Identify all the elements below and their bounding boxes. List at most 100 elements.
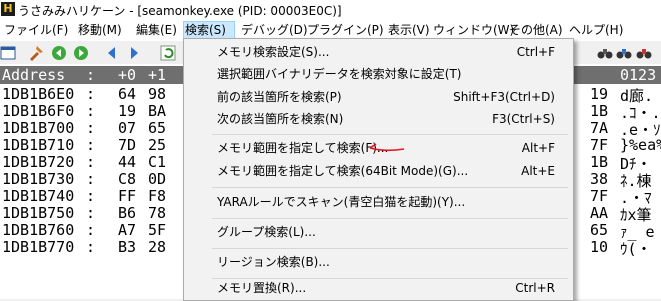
forward-icon[interactable] — [73, 45, 89, 61]
hex-byte[interactable]: B3 — [118, 238, 136, 256]
offset-0-header: +0 — [118, 66, 137, 84]
column-separator: : — [86, 66, 96, 84]
find-binoculars-icon[interactable] — [597, 45, 613, 61]
menu-item-shortcut: Alt+E — [521, 164, 555, 178]
red-arrow-annotation — [369, 143, 405, 152]
refresh-icon[interactable] — [160, 45, 176, 61]
menu-edit[interactable]: 編集(E) — [135, 22, 178, 39]
hex-byte[interactable]: FF — [118, 187, 136, 205]
hex-byte[interactable]: 19 — [118, 102, 136, 120]
menu-item-find-previous[interactable]: 前の該当箇所を検索(P) Shift+F3(Ctrl+D) — [184, 86, 573, 108]
menu-item-shortcut: Shift+F3(Ctrl+D) — [453, 90, 555, 104]
hex-byte[interactable]: 98 — [148, 85, 166, 103]
menu-debug[interactable]: デバッグ(D) — [240, 22, 309, 39]
ascii-text[interactable]: ｳ(・ — [620, 238, 652, 259]
hex-byte[interactable]: AA — [590, 204, 608, 222]
hex-byte[interactable]: F8 — [148, 187, 166, 205]
menu-help[interactable]: ヘルプ(H) — [568, 22, 624, 39]
window-icon[interactable] — [0, 45, 16, 61]
column-separator: : — [86, 221, 96, 239]
tools-icon[interactable] — [28, 45, 44, 61]
hex-byte[interactable]: 38 — [590, 170, 608, 188]
hex-byte[interactable]: C1 — [148, 153, 166, 171]
menu-item-label: グループ検索(L)... — [217, 225, 316, 239]
hex-byte[interactable]: 7A — [590, 119, 608, 137]
hex-byte[interactable]: 1B — [590, 153, 608, 171]
hex-byte[interactable]: B6 — [118, 204, 136, 222]
hex-byte[interactable]: 5F — [148, 221, 166, 239]
hex-byte[interactable]: 10 — [590, 238, 608, 256]
column-separator: : — [86, 170, 96, 188]
row-address: 1DB1B6F0 — [2, 102, 75, 120]
menu-separator — [212, 248, 568, 249]
menu-separator — [212, 218, 568, 219]
hex-byte[interactable]: 19 — [590, 85, 608, 103]
menu-item-label: 選択範囲バイナリデータを検索対象に設定(T) — [217, 67, 462, 81]
menu-item-label: YARAルールでスキャン(青空白猫を起動)(Y)... — [217, 195, 466, 209]
menu-item-search-settings[interactable]: メモリ検索設定(S)... Ctrl+F — [184, 41, 573, 63]
menu-item-yara-scan[interactable]: YARAルールでスキャン(青空白猫を起動)(Y)... — [184, 191, 573, 213]
hex-byte[interactable]: 07 — [118, 119, 136, 137]
hex-byte[interactable]: C8 — [118, 170, 136, 188]
menu-item-label: メモリ置換(R)... — [217, 281, 307, 295]
hex-byte[interactable]: 44 — [118, 153, 136, 171]
hex-byte[interactable]: 0D — [148, 170, 166, 188]
hex-byte[interactable]: 78 — [148, 204, 166, 222]
row-address: 1DB1B760 — [2, 221, 75, 239]
menu-separator — [212, 187, 568, 188]
hex-byte[interactable]: 7F — [590, 136, 608, 154]
hex-byte[interactable]: 28 — [148, 238, 166, 256]
menu-file[interactable]: ファイル(F) — [3, 22, 69, 39]
menu-item-shortcut: Ctrl+R — [515, 281, 555, 295]
hex-byte[interactable]: 65 — [590, 221, 608, 239]
find-next-icon[interactable] — [616, 45, 632, 61]
hex-byte[interactable]: 7F — [590, 187, 608, 205]
hex-byte[interactable]: 25 — [148, 136, 166, 154]
menu-move[interactable]: 移動(M) — [77, 22, 123, 39]
menu-item-group-search[interactable]: グループ検索(L)... — [184, 221, 573, 243]
title-bar: H うさみみハリケーン - [seamonkey.exe (PID: 00003… — [0, 0, 661, 19]
menu-item-label: メモリ範囲を指定して検索(F)... — [217, 141, 389, 155]
app-logo-icon: H — [1, 2, 15, 16]
next-icon[interactable] — [126, 45, 142, 61]
menu-item-set-selection-as-target[interactable]: 選択範囲バイナリデータを検索対象に設定(T) — [184, 63, 573, 85]
row-address: 1DB1B750 — [2, 204, 75, 222]
menu-item-shortcut: F3(Ctrl+S) — [492, 112, 555, 126]
row-address: 1DB1B700 — [2, 119, 75, 137]
menu-item-memory-replace[interactable]: メモリ置換(R)... Ctrl+R — [184, 277, 573, 299]
hex-byte[interactable]: 1B — [590, 102, 608, 120]
back-icon[interactable] — [51, 45, 67, 61]
menu-item-shortcut: Alt+F — [521, 141, 555, 155]
hex-byte[interactable]: 7D — [118, 136, 136, 154]
menu-item-find-next[interactable]: 次の該当箇所を検索(N) F3(Ctrl+S) — [184, 108, 573, 130]
hex-byte[interactable]: BA — [148, 102, 166, 120]
menu-item-region-search[interactable]: リージョン検索(B)... — [184, 251, 573, 273]
row-address: 1DB1B720 — [2, 153, 75, 171]
row-address: 1DB1B770 — [2, 238, 75, 256]
menu-plugin[interactable]: プラグイン(P) — [306, 22, 385, 39]
hex-byte[interactable]: 65 — [148, 119, 166, 137]
ascii-column-header: 0123 — [620, 66, 657, 84]
hex-byte[interactable]: A7 — [118, 221, 136, 239]
prev-icon[interactable] — [104, 45, 120, 61]
column-separator: : — [86, 187, 96, 205]
menu-item-label: メモリ範囲を指定して検索(64Bit Mode)(G)... — [217, 164, 469, 178]
hex-byte[interactable]: 64 — [118, 85, 136, 103]
row-address: 1DB1B6E0 — [2, 85, 75, 103]
menu-other[interactable]: その他(A) — [508, 22, 564, 39]
ascii-text[interactable]: }%ea% — [620, 136, 661, 154]
column-separator: : — [86, 102, 96, 120]
menu-item-label: メモリ検索設定(S)... — [217, 45, 330, 59]
menu-item-shortcut: Ctrl+F — [516, 45, 555, 59]
column-separator: : — [86, 238, 96, 256]
search-dropdown-menu: メモリ検索設定(S)... Ctrl+F 選択範囲バイナリデータを検索対象に設定… — [183, 38, 574, 301]
column-separator: : — [86, 119, 96, 137]
menu-item-label: 前の該当箇所を検索(P) — [217, 90, 342, 104]
column-separator: : — [86, 153, 96, 171]
find-prev-icon[interactable] — [636, 45, 652, 61]
menu-item-range-search-64bit[interactable]: メモリ範囲を指定して検索(64Bit Mode)(G)... Alt+E — [184, 160, 573, 182]
address-column-header: Address — [2, 66, 66, 84]
menu-view[interactable]: 表示(V) — [387, 22, 431, 39]
offset-1-header: +1 — [148, 66, 167, 84]
menu-window[interactable]: ウィンドウ(W) — [432, 22, 515, 39]
